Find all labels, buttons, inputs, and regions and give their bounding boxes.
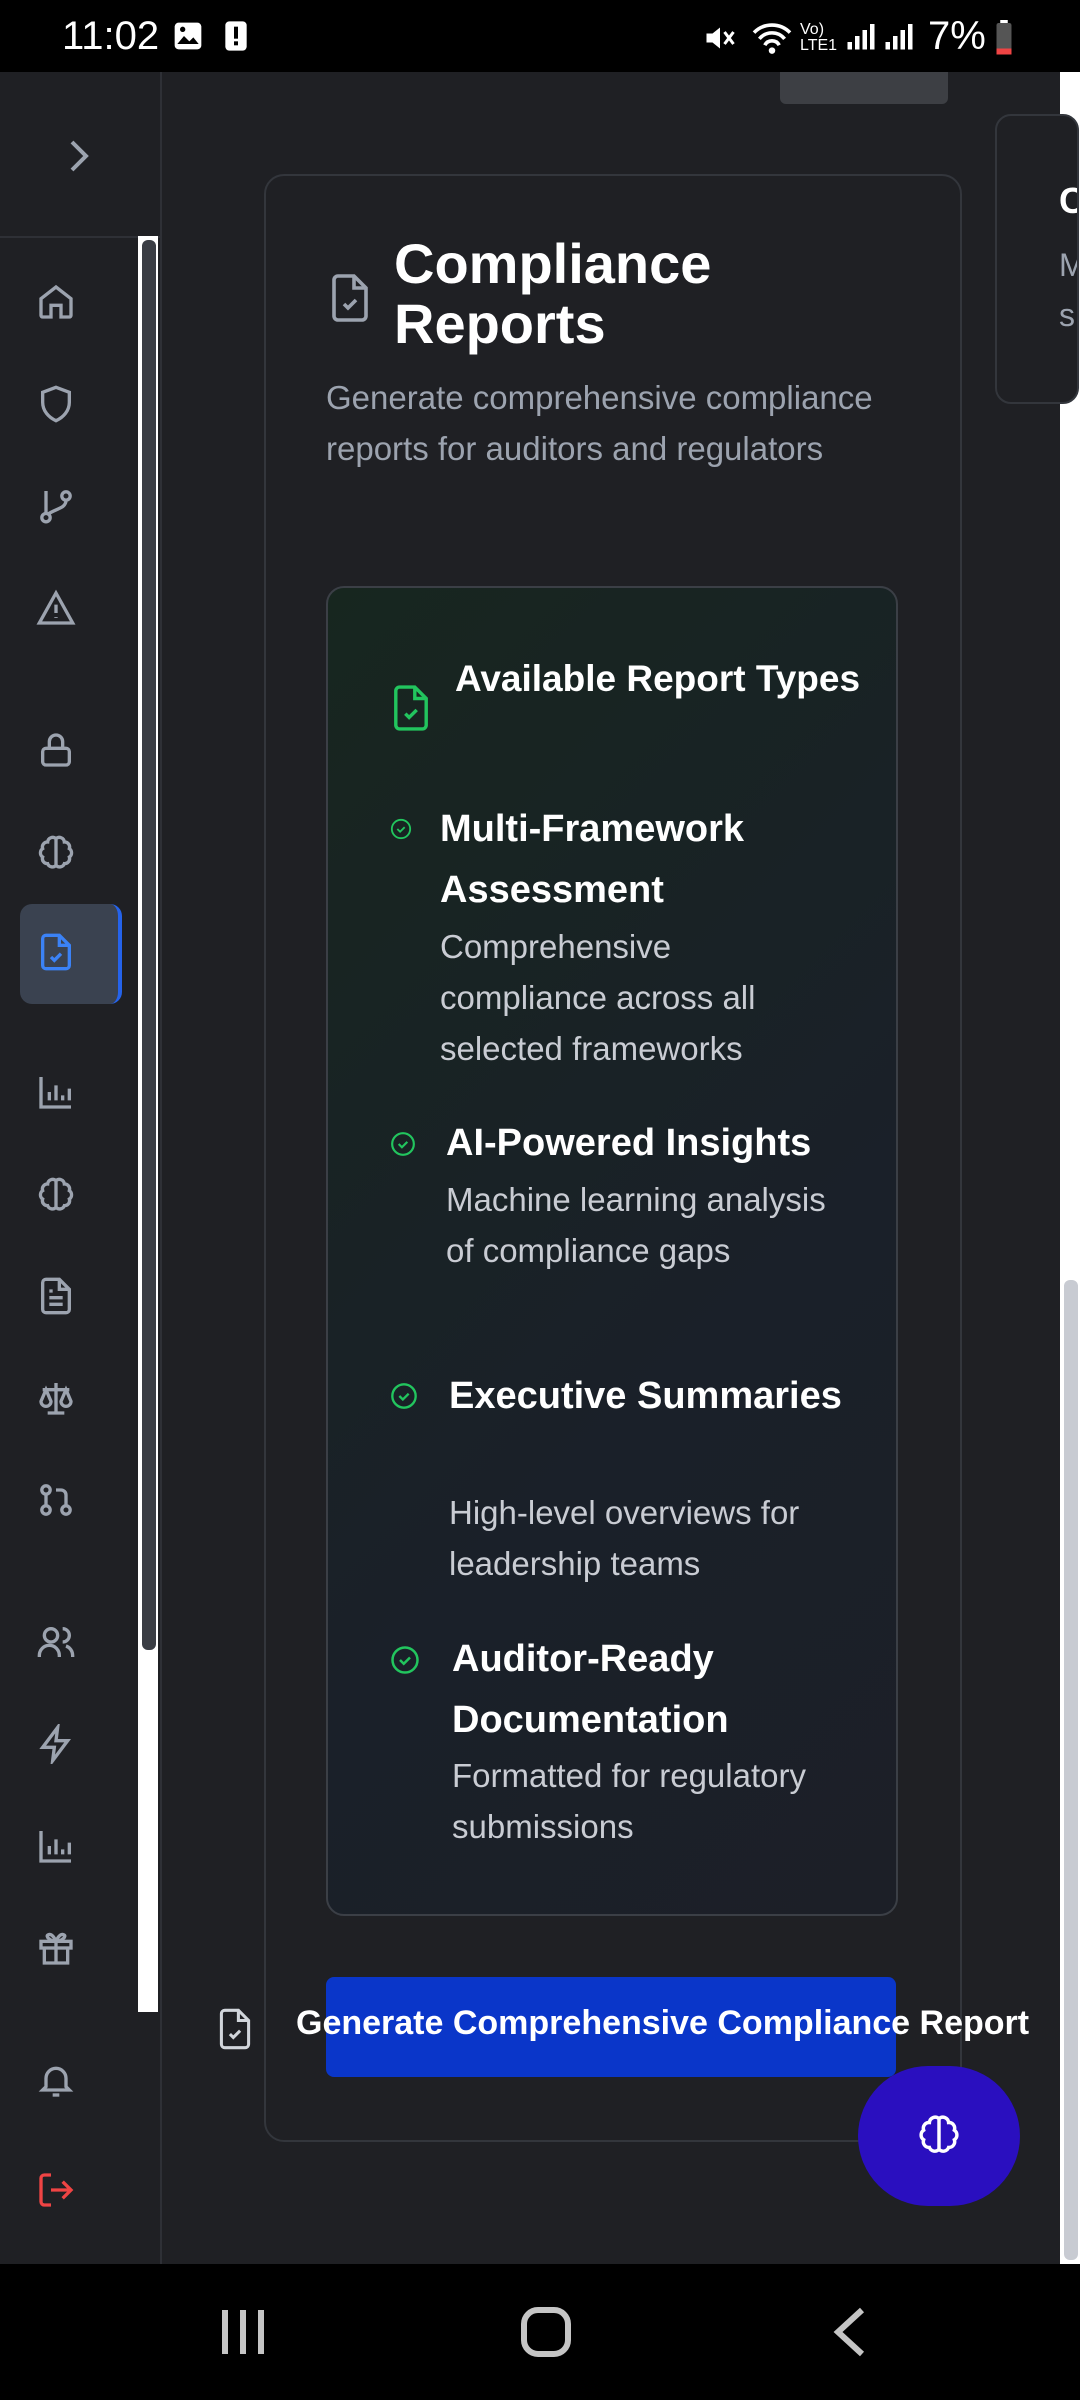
sidebar-header: [0, 72, 160, 238]
report-type-title: Executive Summaries: [449, 1375, 842, 1417]
battery-icon: [994, 20, 1014, 61]
report-type-title: Multi-Framework Assessment: [440, 808, 745, 911]
back-button[interactable]: [830, 2304, 870, 2365]
expand-sidebar-button[interactable]: [64, 136, 96, 181]
alert-triangle-icon[interactable]: [36, 588, 86, 638]
file-check-icon: [330, 274, 370, 327]
file-check-icon: [218, 2008, 252, 2055]
card-description: Generate comprehensive compliance report…: [326, 379, 873, 467]
home-button[interactable]: [518, 2304, 574, 2365]
git-branch-icon[interactable]: [36, 486, 86, 536]
battery-percent: 7%: [928, 14, 986, 58]
check-circle-icon: [390, 818, 412, 845]
zap-icon[interactable]: [36, 1721, 86, 1774]
signal-icon: [846, 20, 876, 57]
card-title: Compliance Reports: [394, 232, 712, 355]
bar-chart-icon[interactable]: [36, 1826, 86, 1876]
report-type-description: Machine learning analysis of compliance …: [446, 1181, 826, 1269]
wifi-icon: [750, 20, 794, 61]
report-type-description: High-level overviews for leadership team…: [449, 1494, 800, 1582]
check-circle-icon: [390, 1382, 418, 1415]
recent-apps-button[interactable]: [220, 2304, 266, 2365]
header-button-remnant[interactable]: [780, 72, 948, 104]
report-types-title: Available Report Types: [455, 658, 861, 699]
bell-icon[interactable]: [36, 2060, 86, 2110]
report-type-description: Comprehensive compliance across all sele…: [440, 928, 756, 1067]
scale-icon[interactable]: [36, 1378, 86, 1428]
check-circle-icon: [390, 1645, 420, 1680]
system-nav-bar: [0, 2264, 1080, 2400]
report-type-title: Auditor-Ready Documentation: [452, 1638, 729, 1741]
mute-icon: [702, 20, 738, 61]
brain-icon[interactable]: [36, 1174, 86, 1224]
file-text-icon[interactable]: [36, 1276, 86, 1326]
adjacent-card-title: C: [1059, 180, 1077, 222]
volte-icon: Vo) LTE1: [800, 21, 838, 54]
gift-icon[interactable]: [36, 1928, 86, 1978]
report-type-title: AI-Powered Insights: [446, 1122, 812, 1164]
sidebar-scrollbar[interactable]: [142, 240, 156, 1650]
home-icon[interactable]: [36, 282, 86, 332]
ai-assistant-button[interactable]: [858, 2066, 1020, 2206]
file-check-icon[interactable]: [36, 932, 86, 982]
report-type-description: Formatted for regulatory submissions: [452, 1757, 806, 1845]
status-bar: 11:02 Vo) LTE1 7%: [0, 0, 1080, 72]
adjacent-card-desc: Msu: [1059, 247, 1077, 333]
brain-icon: [916, 2111, 962, 2162]
users-icon[interactable]: [36, 1622, 86, 1672]
signal-roaming-icon: [884, 20, 914, 57]
git-pull-request-icon[interactable]: [36, 1480, 86, 1530]
image-notification-icon: [172, 20, 204, 57]
check-circle-icon: [390, 1131, 416, 1162]
brain-icon[interactable]: [36, 832, 86, 882]
page-scrollbar[interactable]: [1064, 1280, 1078, 2260]
lock-icon[interactable]: [36, 730, 86, 780]
bar-chart-icon[interactable]: [36, 1072, 86, 1122]
file-check-icon: [392, 685, 430, 736]
status-time: 11:02: [62, 14, 160, 58]
alert-notification-icon: [222, 20, 250, 57]
shield-icon[interactable]: [36, 384, 86, 434]
generate-report-label[interactable]: Generate Comprehensive Compliance Report: [296, 2004, 1029, 2043]
log-out-icon[interactable]: [36, 2170, 86, 2220]
adjacent-card[interactable]: C Msu: [995, 114, 1079, 404]
